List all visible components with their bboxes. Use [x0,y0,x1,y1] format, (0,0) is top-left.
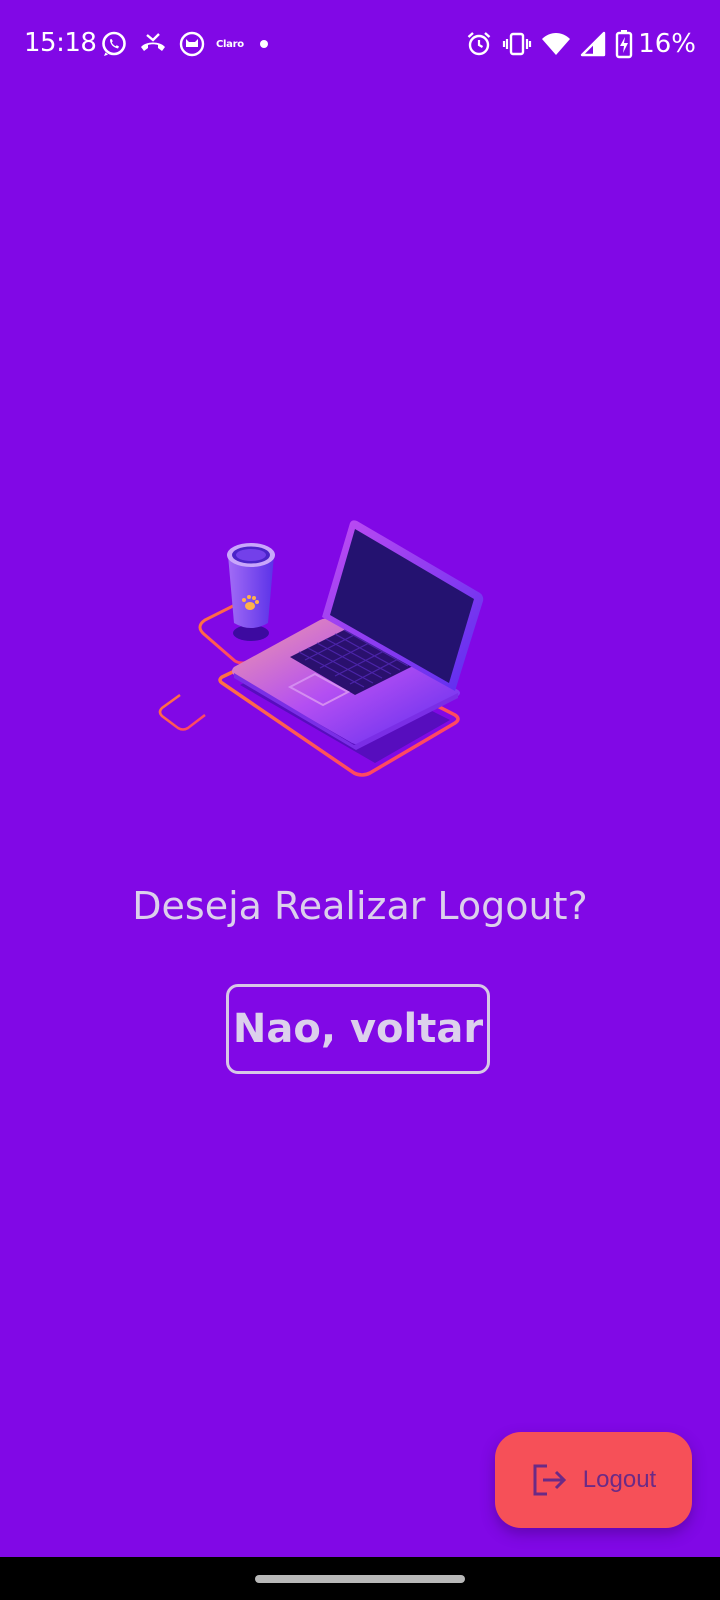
cellular-signal-icon [580,30,606,58]
battery-charging-icon [615,29,633,59]
laptop-and-cup-illustration [150,515,500,790]
logout-screen: 15:18 Claro 16% Deseja Realizar Logout? … [0,0,720,1600]
logout-icon [531,1462,569,1498]
alarm-icon [465,30,493,58]
status-time: 15:18 [24,28,97,58]
cat-app-icon [178,30,206,58]
dot-icon [254,34,274,54]
claro-icon: Claro [216,38,244,50]
battery-percent: 16% [638,29,696,59]
logout-button[interactable]: Logout [495,1432,692,1528]
status-system-icons: 16% [465,28,696,60]
missed-call-icon [138,30,168,58]
back-button[interactable]: Nao, voltar [226,984,490,1074]
logout-question: Deseja Realizar Logout? [132,884,588,928]
vibrate-icon [502,30,532,58]
home-indicator[interactable] [255,1575,465,1583]
status-bar: 15:18 Claro 16% [0,0,720,88]
status-notification-icons: Claro [100,28,274,60]
wifi-icon [541,30,571,58]
logout-button-label: Logout [582,1466,657,1493]
whatsapp-icon [100,30,128,58]
